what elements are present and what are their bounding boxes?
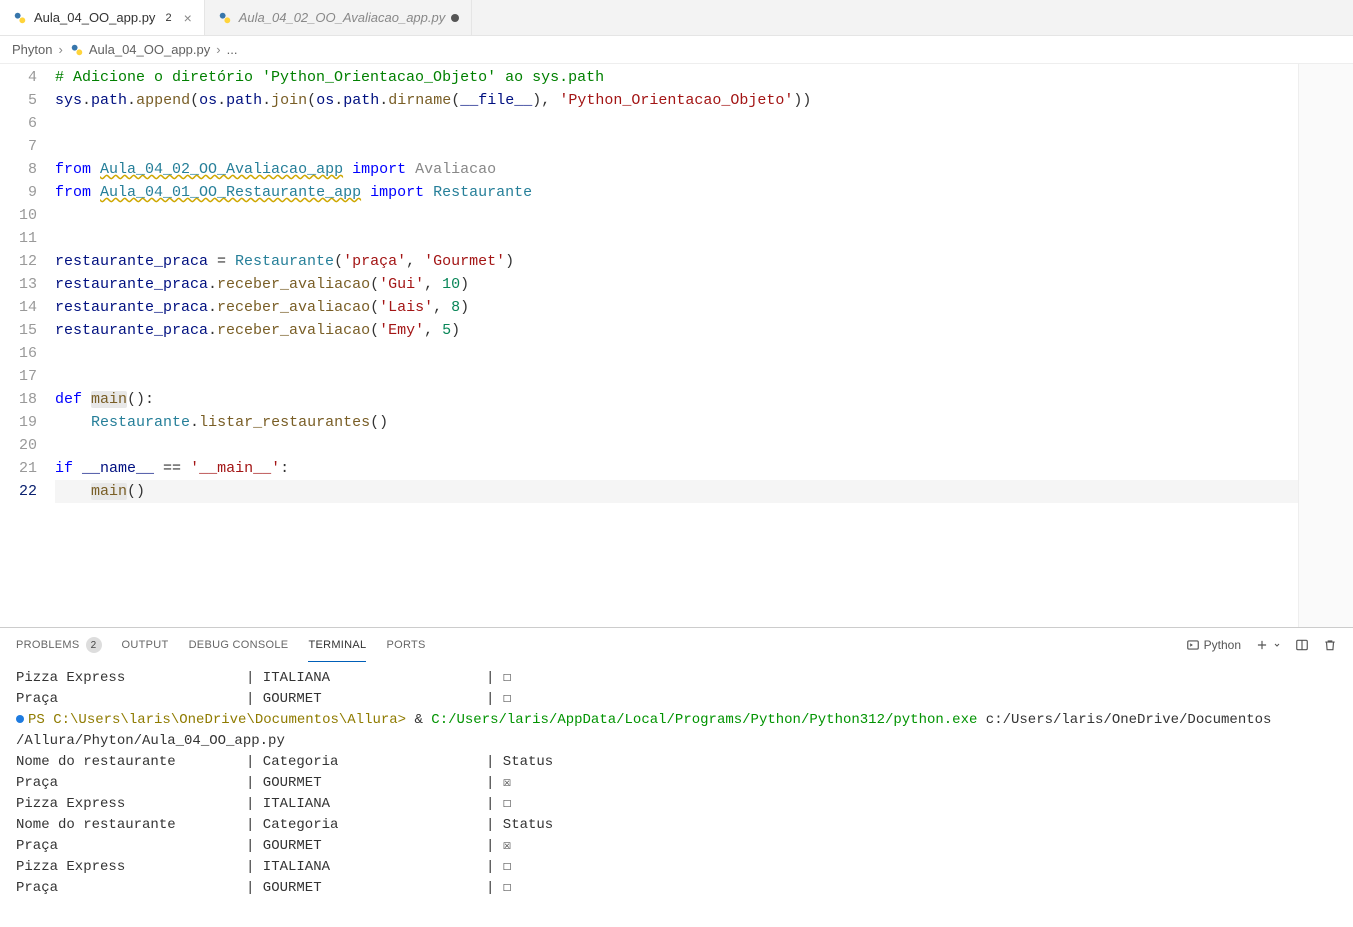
line-number: 18 [0,388,37,411]
code-line[interactable]: sys.path.append(os.path.join(os.path.dir… [55,89,1298,112]
terminal-row: Praça| GOURMET| ☐ [16,878,1337,899]
code-line[interactable]: from Aula_04_01_OO_Restaurante_app impor… [55,181,1298,204]
code-line[interactable]: restaurante_praca = Restaurante('praça',… [55,250,1298,273]
terminal-prompt-line: PS C:\Users\laris\OneDrive\Documentos\Al… [16,710,1337,731]
tab-output[interactable]: OUTPUT [122,628,169,662]
line-number: 4 [0,66,37,89]
plus-icon [1255,638,1269,652]
code-line[interactable] [55,365,1298,388]
unsaved-indicator-icon [451,14,459,22]
python-file-icon [12,10,28,26]
terminal-prompt-line: /Allura/Phyton/Aula_04_OO_app.py [16,731,1337,752]
line-number: 6 [0,112,37,135]
editor-tabs-bar: Aula_04_OO_app.py 2 × Aula_04_02_OO_Aval… [0,0,1353,36]
line-number: 5 [0,89,37,112]
terminal-row: Nome do restaurante| Categoria| Status [16,815,1337,836]
terminal-row: Pizza Express| ITALIANA| ☐ [16,857,1337,878]
split-terminal-button[interactable] [1295,638,1309,652]
terminal-row: Pizza Express| ITALIANA| ☐ [16,794,1337,815]
code-line[interactable]: restaurante_praca.receber_avaliacao('Gui… [55,273,1298,296]
line-number: 12 [0,250,37,273]
editor-tab-active[interactable]: Aula_04_OO_app.py 2 × [0,0,205,35]
problems-count-badge: 2 [86,637,102,653]
minimap[interactable] [1298,64,1353,627]
launch-profile-label: Python [1204,638,1241,652]
terminal-row: Praça| GOURMET| ☒ [16,773,1337,794]
code-line[interactable] [55,434,1298,457]
code-line[interactable] [55,204,1298,227]
breadcrumb-item[interactable]: Aula_04_OO_app.py [89,42,210,57]
line-number: 22 [0,480,37,503]
breadcrumb-item[interactable]: Phyton [12,42,52,57]
terminal-output[interactable]: Pizza Express| ITALIANA| ☐Praça| GOURMET… [0,662,1353,927]
bottom-panel: PROBLEMS 2 OUTPUT DEBUG CONSOLE TERMINAL… [0,627,1353,927]
line-number: 9 [0,181,37,204]
trash-icon [1323,638,1337,652]
code-line[interactable]: restaurante_praca.receber_avaliacao('Lai… [55,296,1298,319]
kill-terminal-button[interactable] [1323,638,1337,652]
line-number: 10 [0,204,37,227]
new-terminal-button[interactable] [1255,638,1281,652]
tab-terminal[interactable]: TERMINAL [308,628,366,662]
code-line[interactable]: from Aula_04_02_OO_Avaliacao_app import … [55,158,1298,181]
chevron-down-icon [1273,641,1281,649]
panel-actions: Python [1186,638,1337,652]
tab-badge: 2 [161,12,175,24]
chevron-right-icon: › [216,42,220,57]
code-line[interactable] [55,112,1298,135]
line-number: 7 [0,135,37,158]
close-icon[interactable]: × [184,10,192,26]
line-number-gutter: 45678910111213141516171819202122 [0,64,55,627]
code-line[interactable] [55,342,1298,365]
line-number: 17 [0,365,37,388]
code-line[interactable] [55,227,1298,250]
breadcrumb: Phyton › Aula_04_OO_app.py › ... [0,36,1353,64]
line-number: 19 [0,411,37,434]
line-number: 16 [0,342,37,365]
line-number: 15 [0,319,37,342]
editor-tab[interactable]: Aula_04_02_OO_Avaliacao_app.py [205,0,472,35]
line-number: 14 [0,296,37,319]
line-number: 11 [0,227,37,250]
editor-tab-label: Aula_04_OO_app.py [34,10,155,25]
terminal-row: Praça| GOURMET| ☐ [16,689,1337,710]
python-file-icon [69,42,85,58]
tab-problems[interactable]: PROBLEMS 2 [16,628,102,662]
terminal-launch-icon [1186,638,1200,652]
code-content[interactable]: # Adicione o diretório 'Python_Orientaca… [55,64,1298,627]
tab-ports[interactable]: PORTS [386,628,425,662]
line-number: 13 [0,273,37,296]
launch-profile-selector[interactable]: Python [1186,638,1241,652]
editor-tab-label: Aula_04_02_OO_Avaliacao_app.py [239,10,445,25]
code-line[interactable]: if __name__ == '__main__': [55,457,1298,480]
tab-debug-console[interactable]: DEBUG CONSOLE [189,628,289,662]
split-panel-icon [1295,638,1309,652]
code-line[interactable]: # Adicione o diretório 'Python_Orientaca… [55,66,1298,89]
panel-tab-label: DEBUG CONSOLE [189,639,289,651]
code-line[interactable]: Restaurante.listar_restaurantes() [55,411,1298,434]
breadcrumb-item[interactable]: ... [227,42,238,57]
code-line[interactable]: def main(): [55,388,1298,411]
terminal-row: Pizza Express| ITALIANA| ☐ [16,668,1337,689]
line-number: 21 [0,457,37,480]
panel-tab-label: PORTS [386,639,425,651]
code-editor[interactable]: 45678910111213141516171819202122 # Adici… [0,64,1353,627]
python-file-icon [217,10,233,26]
panel-tab-label: OUTPUT [122,639,169,651]
terminal-row: Praça| GOURMET| ☒ [16,836,1337,857]
line-number: 20 [0,434,37,457]
line-number: 8 [0,158,37,181]
terminal-row: Nome do restaurante| Categoria| Status [16,752,1337,773]
chevron-right-icon: › [58,42,62,57]
panel-tab-label: PROBLEMS [16,639,80,651]
code-line[interactable]: restaurante_praca.receber_avaliacao('Emy… [55,319,1298,342]
code-line[interactable] [55,135,1298,158]
prompt-indicator-icon [16,715,24,723]
panel-tabs: PROBLEMS 2 OUTPUT DEBUG CONSOLE TERMINAL… [0,628,1353,662]
panel-tab-label: TERMINAL [308,639,366,651]
code-line[interactable]: main() [55,480,1298,503]
